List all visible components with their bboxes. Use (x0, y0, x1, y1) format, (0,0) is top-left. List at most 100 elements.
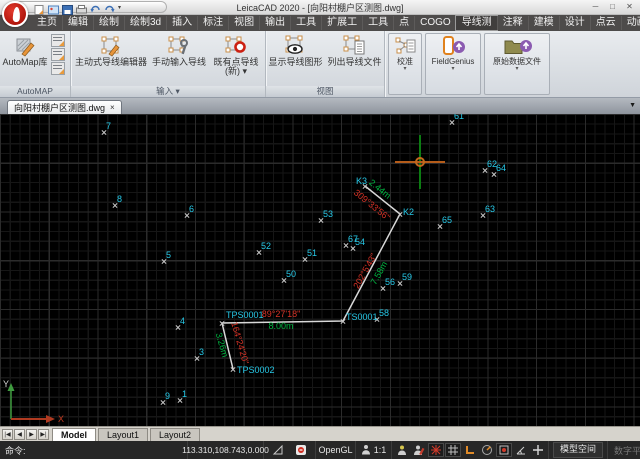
station-label[interactable]: TS0001 (346, 312, 378, 322)
automap-small-button-1[interactable] (51, 34, 65, 47)
etrack-toggle[interactable] (513, 443, 529, 457)
ribbon-panels: 校准 ▾ FieldGenius ▾ 原始数据文件 ▾ (385, 31, 550, 97)
ribbon-tab[interactable]: 编辑 (62, 16, 93, 30)
station-label[interactable]: K2 (403, 207, 414, 217)
annotation-scale[interactable]: 1:1 (374, 445, 387, 455)
esnap-toggle[interactable] (496, 443, 512, 457)
angle-annotation[interactable]: 89°27'18" (262, 309, 301, 319)
save-icon[interactable] (62, 2, 73, 12)
show-traverse-graphics-button[interactable]: 显示导线图形 (266, 31, 325, 67)
traverse-eye-icon (284, 34, 308, 58)
first-layout-button[interactable]: |◀ (2, 429, 13, 440)
ribbon-group-label-view: 视图 (266, 86, 384, 97)
ribbon-tab[interactable]: 主页 (32, 16, 62, 30)
maximize-button[interactable]: □ (604, 0, 621, 13)
ribbon-tab[interactable]: 导线测 (456, 16, 497, 30)
annotation-monitor-icon[interactable] (293, 443, 309, 457)
last-layout-button[interactable]: ▶| (38, 429, 49, 440)
fieldgenius-dropdown-icon[interactable]: ▾ (451, 66, 454, 72)
raw-data-file-button[interactable]: 原始数据文件 ▾ (484, 33, 550, 95)
ribbon-tab[interactable]: 绘制3d (124, 16, 166, 30)
model-space-button[interactable]: 模型空间 (553, 442, 603, 458)
list-traverse-file-button[interactable]: 列出导线文件 (325, 31, 384, 67)
grid-toggle[interactable] (445, 443, 461, 457)
fieldgenius-icon (440, 36, 466, 58)
ribbon-tab[interactable]: 设计 (559, 16, 590, 30)
ribbon-tab[interactable]: 标注 (197, 16, 228, 30)
traverse-polyline[interactable] (0, 114, 640, 426)
next-layout-button[interactable]: ▶ (26, 429, 37, 440)
undo-button[interactable] (90, 2, 101, 12)
layout-tab-model[interactable]: Model (52, 428, 96, 441)
calibrate-button[interactable]: 校准 ▾ (388, 33, 422, 95)
plot-icon[interactable] (76, 2, 87, 12)
dyn-ucs-toggle[interactable] (530, 443, 546, 457)
ribbon-tab[interactable]: 工具 (362, 16, 393, 30)
new-file-icon[interactable] (34, 2, 45, 12)
manual-input-traverse-button[interactable]: 手动输入导线 (151, 31, 207, 67)
digitizer-toggle[interactable]: 数字平板 (608, 444, 640, 457)
polar-toggle[interactable] (479, 443, 495, 457)
drawing-canvas[interactable]: Y X 786553525150439161626463656754565958… (0, 114, 640, 426)
station-label[interactable]: K3 (356, 176, 367, 186)
ucs-x-label: X (58, 414, 64, 423)
calibrate-icon (394, 36, 416, 58)
layout-tab-layout1[interactable]: Layout1 (98, 428, 148, 441)
ribbon-tab[interactable]: 建模 (528, 16, 559, 30)
active-traverse-editor-button[interactable]: 主动式导线编辑器 (71, 31, 151, 67)
layout-tabs-container: ModelLayout1Layout2 (50, 428, 200, 441)
ucs-y-label: Y (3, 379, 9, 389)
station-label[interactable]: TPS0002 (237, 365, 275, 375)
snap-toggle[interactable] (428, 443, 444, 457)
existing-point-traverse-button[interactable]: 既有点导线 (新) ▾ (207, 31, 265, 77)
title-bar: ▾ LeicaCAD 2020 - [向阳村棚户区测图.dwg] ─ □ ✕ (0, 0, 640, 15)
automap-small-button-2[interactable] (51, 48, 65, 61)
traverse-circle-icon (225, 34, 247, 58)
qat-customize-icon[interactable]: ▾ (118, 4, 121, 11)
document-tab-close-icon[interactable]: × (110, 103, 115, 112)
layout-tab-bar: |◀ ◀ ▶ ▶| ModelLayout1Layout2 (0, 426, 640, 441)
ribbon-tab[interactable]: 绘制 (93, 16, 124, 30)
ortho-toggle[interactable] (462, 443, 478, 457)
redo-button[interactable] (104, 2, 115, 12)
ribbon-group-label-automap: AutoMAP (0, 86, 70, 97)
traverse-wrench-icon (168, 34, 190, 58)
calibrate-dropdown-icon[interactable]: ▾ (403, 66, 406, 72)
command-line[interactable]: 命令: (0, 441, 188, 459)
ribbon-tab[interactable]: 动画 (621, 16, 640, 30)
opengl-indicator[interactable]: OpenGL (316, 441, 356, 459)
ribbon-tab[interactable]: 视图 (228, 16, 259, 30)
automap-small-button-3[interactable] (51, 62, 65, 75)
close-button[interactable]: ✕ (621, 0, 638, 13)
traverse-document-icon (343, 34, 367, 58)
ribbon-group-label-input: 输入 ▾ (71, 86, 265, 97)
ribbon-tab[interactable]: 注释 (497, 16, 528, 30)
plan-view-icon[interactable] (270, 443, 286, 457)
tab-overflow-icon[interactable]: ▼ (629, 102, 636, 109)
distance-annotation[interactable]: 8.00m (268, 321, 293, 331)
prev-layout-button[interactable]: ◀ (14, 429, 25, 440)
document-tab[interactable]: 向阳村棚户区测图.dwg × (7, 100, 122, 114)
ribbon-group-input: 主动式导线编辑器 手动输入导线 既有点导线 (71, 31, 266, 97)
ribbon-tab[interactable]: 输出 (259, 16, 290, 30)
fieldgenius-button[interactable]: FieldGenius ▾ (425, 33, 481, 95)
ribbon-tab[interactable]: COGO (414, 16, 456, 30)
open-file-icon[interactable] (48, 2, 59, 12)
ribbon-tab[interactable]: 点云 (590, 16, 621, 30)
automap-library-button[interactable]: AutoMap库 (0, 31, 50, 67)
layout-tab-layout2[interactable]: Layout2 (150, 428, 200, 441)
app-logo-icon[interactable] (2, 1, 28, 27)
station-label[interactable]: TPS0001 (226, 310, 264, 320)
workspace-toggle-icon[interactable] (394, 443, 410, 457)
ribbon-tab[interactable]: 点 (393, 16, 414, 30)
ribbon-tab[interactable]: 插入 (166, 16, 197, 30)
ribbon-tab-bar: 主页编辑绘制绘制3d插入标注视图输出工具扩展工工具点COGO导线测注释建模设计点… (0, 15, 640, 31)
ribbon-tab[interactable]: 扩展工 (321, 16, 362, 30)
ucs-icon[interactable]: Y X (2, 377, 68, 423)
draw-order-icon[interactable] (411, 443, 427, 457)
ribbon-group-automap: AutoMap库 AutoMAP (0, 31, 71, 97)
minimize-button[interactable]: ─ (587, 0, 604, 13)
raw-data-dropdown-icon[interactable]: ▾ (515, 66, 518, 72)
ribbon-tab[interactable]: 工具 (290, 16, 321, 30)
automap-icon (14, 34, 36, 58)
